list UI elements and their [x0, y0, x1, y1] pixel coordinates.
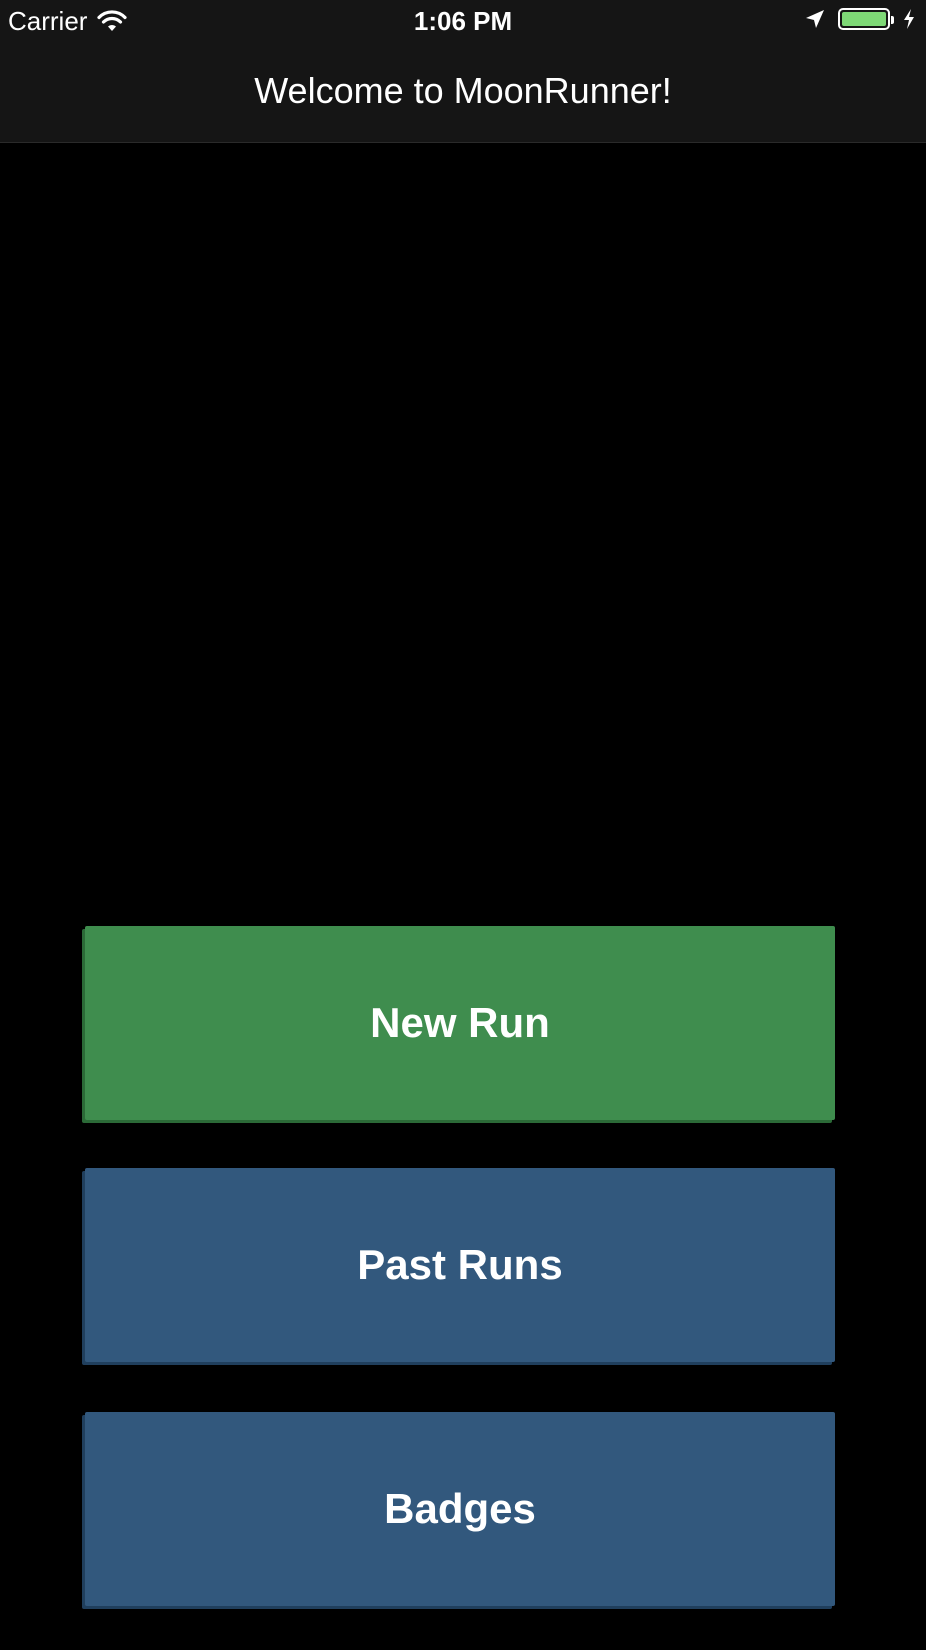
home-screen: Carrier 1:06 PM Welcome to MoonRunner! N… [0, 0, 926, 1650]
battery-nub [891, 16, 894, 24]
status-indicators [804, 8, 916, 30]
navigation-bar: Carrier 1:06 PM Welcome to MoonRunner! [0, 0, 926, 143]
location-arrow-icon [806, 10, 824, 28]
charging-bolt-icon [904, 9, 914, 29]
new-run-label: New Run [370, 999, 550, 1046]
battery-level [842, 12, 886, 26]
new-run-button[interactable]: New Run [85, 926, 835, 1120]
badges-label: Badges [384, 1485, 536, 1532]
status-bar: Carrier 1:06 PM [0, 0, 926, 42]
status-time: 1:06 PM [413, 6, 513, 36]
page-title: Welcome to MoonRunner! [254, 70, 672, 111]
battery-icon [838, 8, 894, 30]
badges-button[interactable]: Badges [85, 1412, 835, 1606]
past-runs-button[interactable]: Past Runs [85, 1168, 835, 1362]
past-runs-label: Past Runs [357, 1241, 563, 1288]
